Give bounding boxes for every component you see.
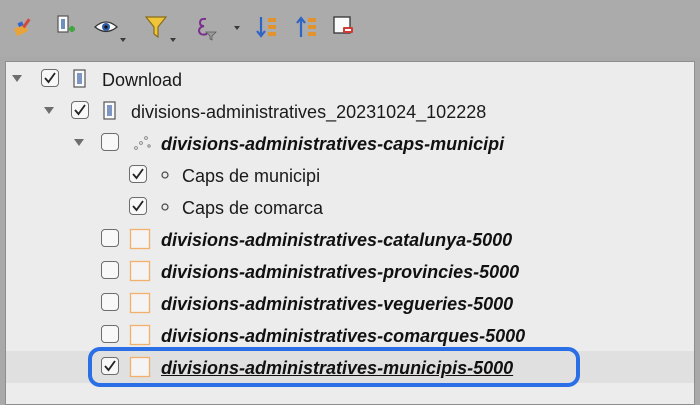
remove-layer-icon[interactable] (331, 12, 361, 42)
tree-row-category[interactable]: Caps de comarca (6, 191, 694, 223)
tree-row-download[interactable]: Download (6, 63, 694, 95)
expand-all-icon[interactable] (253, 12, 283, 42)
expand-arrow-icon[interactable] (44, 107, 54, 114)
layers-toolbar (0, 0, 700, 57)
visibility-checkbox[interactable] (101, 133, 119, 151)
point-symbol-icon (156, 164, 178, 186)
focus-ring (88, 347, 580, 387)
category-label: Caps de municipi (182, 166, 321, 186)
polygon-layer-icon (129, 228, 151, 250)
layer-label: divisions-administratives-comarques-5000 (161, 326, 526, 346)
visibility-checkbox[interactable] (101, 261, 119, 279)
tree-row-layer[interactable]: divisions-administratives-caps-municipi (6, 127, 694, 159)
group-label: divisions-administratives_20231024_10222… (131, 102, 487, 122)
category-label: Caps de comarca (182, 198, 324, 218)
visibility-checkbox[interactable] (71, 101, 89, 119)
visibility-checkbox[interactable] (101, 229, 119, 247)
filter-funnel-icon[interactable] (142, 12, 176, 42)
expand-arrow-icon[interactable] (12, 75, 22, 82)
layer-tree[interactable]: Download divisions-administratives_20231… (5, 61, 695, 405)
chevron-down-icon (170, 38, 176, 42)
layer-label: divisions-administratives-catalunya-5000 (161, 230, 513, 250)
category-checkbox[interactable] (129, 197, 147, 215)
layers-panel: Download divisions-administratives_20231… (0, 57, 700, 405)
group-icon (70, 68, 92, 90)
point-layer-icon (130, 132, 152, 154)
point-symbol-icon (156, 196, 178, 218)
visibility-eye-icon[interactable] (92, 12, 126, 42)
layer-label: divisions-administratives-caps-municipi (161, 134, 505, 154)
add-group-icon[interactable] (52, 12, 82, 42)
tree-row-group[interactable]: divisions-administratives_20231024_10222… (6, 95, 694, 127)
polygon-layer-icon (129, 260, 151, 282)
visibility-checkbox[interactable] (101, 325, 119, 343)
expand-arrow-icon[interactable] (74, 139, 84, 146)
visibility-checkbox[interactable] (101, 293, 119, 311)
group-label: Download (102, 70, 183, 90)
style-manager-icon[interactable] (10, 12, 40, 42)
polygon-layer-icon (129, 292, 151, 314)
chevron-down-icon (234, 26, 240, 30)
tree-row-layer[interactable]: divisions-administratives-catalunya-5000 (6, 223, 694, 255)
layer-label: divisions-administratives-vegueries-5000 (161, 294, 514, 314)
tree-row-category[interactable]: Caps de municipi (6, 159, 694, 191)
tree-row-layer[interactable]: divisions-administratives-vegueries-5000 (6, 287, 694, 319)
filter-expression-icon[interactable] (192, 12, 240, 42)
tree-row-layer[interactable]: divisions-administratives-provincies-500… (6, 255, 694, 287)
layer-label: divisions-administratives-provincies-500… (161, 262, 520, 282)
chevron-down-icon (120, 38, 126, 42)
category-checkbox[interactable] (129, 165, 147, 183)
group-icon (100, 100, 122, 122)
collapse-all-icon[interactable] (293, 12, 323, 42)
polygon-layer-icon (129, 324, 151, 346)
visibility-checkbox[interactable] (41, 69, 59, 87)
